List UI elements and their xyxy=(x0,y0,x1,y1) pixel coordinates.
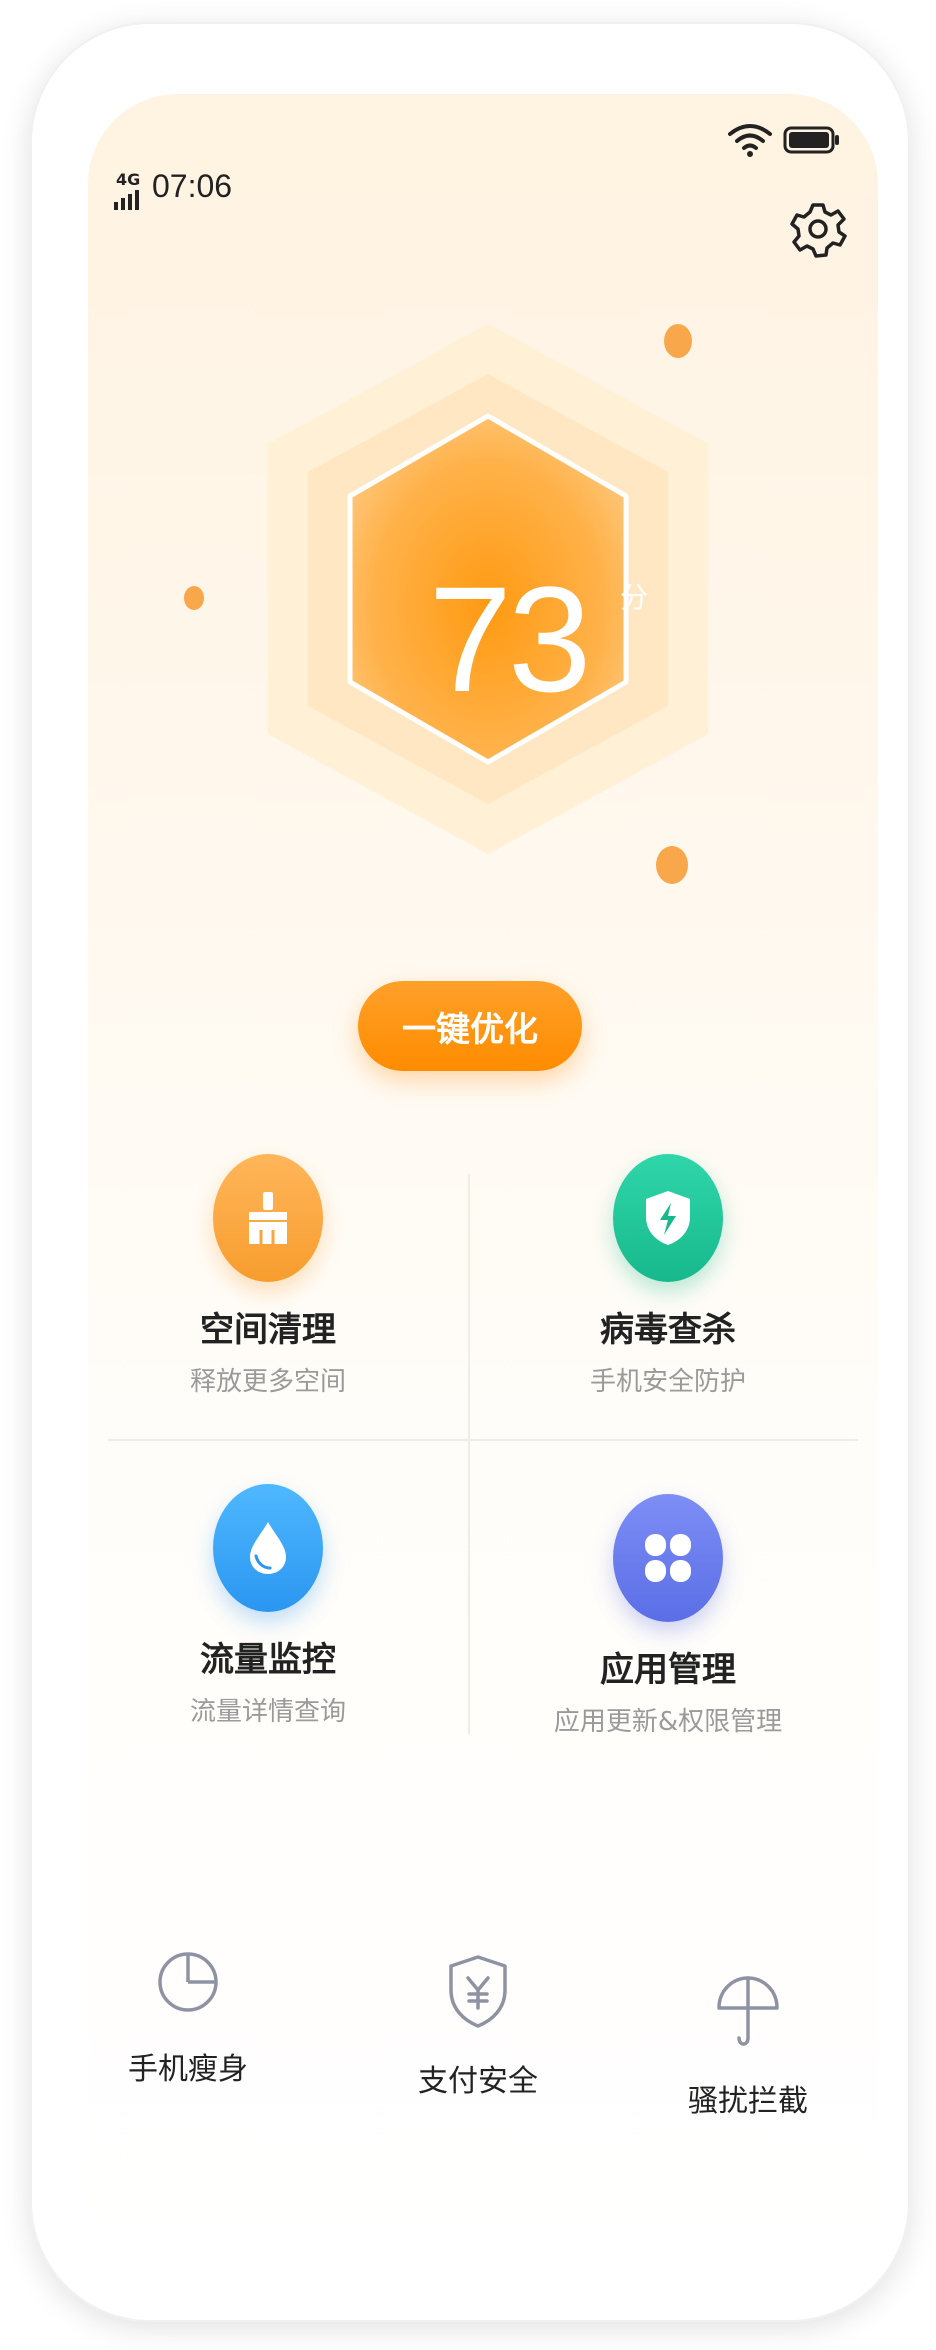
pie-chart-icon xyxy=(158,1952,218,2012)
feature-subtitle: 流量详情查询 xyxy=(189,1697,346,1727)
battery-icon xyxy=(783,126,839,154)
network-type: 4G xyxy=(116,170,141,189)
optimize-button[interactable]: 一键优化 xyxy=(358,981,582,1071)
feature-subtitle: 释放更多空间 xyxy=(189,1367,346,1397)
score-hexagon: 73 分 xyxy=(208,294,768,924)
water-drop-icon xyxy=(250,1522,286,1574)
tool-label: 手机瘦身 xyxy=(128,2052,248,2087)
tool-label: 支付安全 xyxy=(418,2064,538,2099)
screen: 4G 07:06 73 分 一键优化 空间清理 释放更多空间 病毒查杀 手机安全… xyxy=(88,94,878,2284)
yuan-shield-icon xyxy=(449,1955,507,2028)
feature-subtitle: 应用更新&权限管理 xyxy=(553,1707,783,1737)
tool-row: 手机瘦身 支付安全 骚扰拦截 xyxy=(88,1944,878,2204)
shield-bolt-icon xyxy=(646,1191,690,1245)
feature-icon-bg xyxy=(213,1154,323,1282)
status-time: 07:06 xyxy=(152,168,233,204)
feature-traffic-monitor[interactable]: 流量监控 流量详情查询 xyxy=(118,1484,418,1728)
tool-payment-security[interactable]: 支付安全 xyxy=(378,1954,578,2100)
feature-space-clean[interactable]: 空间清理 释放更多空间 xyxy=(118,1154,418,1398)
feature-title: 病毒查杀 xyxy=(600,1310,736,1350)
tool-phone-slim[interactable]: 手机瘦身 xyxy=(88,1944,288,2088)
feature-grid: 空间清理 释放更多空间 病毒查杀 手机安全防护 流量监控 流量详情查询 应用管理… xyxy=(88,1154,878,1754)
feature-app-manager[interactable]: 应用管理 应用更新&权限管理 xyxy=(518,1494,818,1738)
feature-title: 流量监控 xyxy=(200,1640,336,1680)
broom-icon xyxy=(249,1192,287,1244)
score-value: 73 xyxy=(428,555,592,723)
phone-frame: 4G 07:06 73 分 一键优化 空间清理 释放更多空间 病毒查杀 手机安全… xyxy=(30,22,910,2322)
feature-title: 空间清理 xyxy=(200,1310,336,1350)
umbrella-icon xyxy=(717,1976,779,2046)
wifi-icon xyxy=(728,124,772,157)
feature-icon-bg xyxy=(613,1154,723,1282)
feature-virus-scan[interactable]: 病毒查杀 手机安全防护 xyxy=(518,1154,818,1398)
feature-title: 应用管理 xyxy=(600,1650,736,1690)
decor-dot xyxy=(664,324,692,358)
feature-subtitle: 手机安全防护 xyxy=(589,1367,746,1397)
app-grid-icon xyxy=(645,1534,691,1582)
decor-dot xyxy=(184,586,204,610)
tool-harass-block[interactable]: 骚扰拦截 xyxy=(648,1974,848,2120)
feature-icon-bg xyxy=(613,1494,723,1622)
decor-dot xyxy=(656,846,688,884)
signal-icon xyxy=(114,190,139,210)
grid-divider xyxy=(108,1439,858,1441)
score-unit: 分 xyxy=(620,581,649,614)
grid-divider xyxy=(468,1174,470,1734)
gear-icon[interactable] xyxy=(788,199,848,259)
feature-icon-bg xyxy=(213,1484,323,1612)
tool-label: 骚扰拦截 xyxy=(688,2084,808,2119)
status-bar: 4G 07:06 xyxy=(88,94,878,210)
